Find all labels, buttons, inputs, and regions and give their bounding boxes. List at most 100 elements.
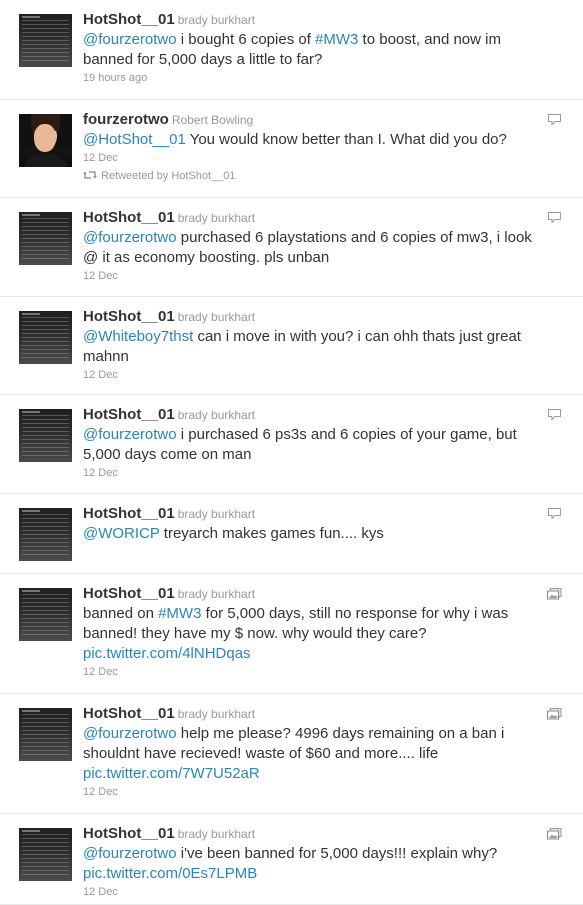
avatar[interactable] [19, 828, 72, 881]
avatar-shirt [23, 154, 68, 167]
image-icon[interactable] [547, 707, 562, 720]
full-name[interactable]: brady burkhart [178, 211, 255, 225]
avatar[interactable] [19, 212, 72, 265]
tweet-text-run: treyarch makes games fun.... kys [159, 525, 384, 542]
full-name[interactable]: brady burkhart [178, 408, 255, 422]
tweet-item[interactable]: HotShot__01 brady burkhart @fourzerotwo i'… [0, 814, 583, 905]
tweet-timestamp[interactable]: 12 Dec [83, 368, 573, 383]
tweet-header: HotShot__01 brady burkhart [83, 824, 573, 844]
tweet-item[interactable]: HotShot__01 brady burkhart @WORICP treyarc… [0, 494, 583, 574]
mention-link[interactable]: @fourzerotwo [83, 31, 177, 48]
avatar[interactable] [19, 409, 72, 462]
tweet-timestamp[interactable]: 12 Dec [83, 785, 573, 800]
screen-name[interactable]: HotShot__01 [83, 705, 175, 722]
hashtag-link[interactable]: #MW3 [158, 605, 201, 622]
avatar-screenshot-lines [22, 411, 69, 458]
tweet-text-run: i've been banned for 5,000 days!!! expla… [176, 845, 498, 862]
tweet-header: HotShot__01 brady burkhart [83, 405, 573, 425]
tweet-item[interactable]: HotShot__01 brady burkhart @fourzerotwo i … [0, 395, 583, 494]
tweet-timestamp[interactable]: 12 Dec [83, 269, 573, 284]
screen-name[interactable]: HotShot__01 [83, 585, 175, 602]
mention-link[interactable]: @fourzerotwo [83, 725, 177, 742]
tweet-timestamp[interactable]: 12 Dec [83, 665, 573, 680]
reply-bubble-icon[interactable] [547, 113, 561, 126]
retweet-icon [83, 169, 97, 179]
tweet-item[interactable]: HotShot__01 brady burkhart @Whiteboy7thst … [0, 297, 583, 395]
pic-link[interactable]: pic.twitter.com/4lNHDqas [83, 645, 251, 662]
full-name[interactable]: brady burkhart [178, 707, 255, 721]
tweet-timestamp[interactable]: 12 Dec [83, 151, 573, 166]
tweet-header: HotShot__01 brady burkhart [83, 208, 573, 228]
avatar-face [34, 124, 56, 152]
screen-name[interactable]: fourzerotwo [83, 111, 169, 128]
tweet-text: @WORICP treyarch makes games fun.... kys [83, 524, 573, 544]
avatar[interactable] [19, 14, 72, 67]
screen-name[interactable]: HotShot__01 [83, 308, 175, 325]
screen-name[interactable]: HotShot__01 [83, 406, 175, 423]
tweet-text: @fourzerotwo help me please? 4996 days r… [83, 724, 573, 784]
avatar-screenshot-lines [22, 313, 69, 360]
avatar[interactable] [19, 114, 72, 167]
image-icon[interactable] [547, 827, 562, 840]
full-name[interactable]: brady burkhart [178, 507, 255, 521]
tweet-text-run: i bought 6 copies of [176, 31, 316, 48]
tweet-item[interactable]: HotShot__01 brady burkhart @fourzerotwo pu… [0, 198, 583, 297]
avatar[interactable] [19, 311, 72, 364]
avatar-screenshot-lines [22, 510, 69, 557]
tweet-item[interactable]: fourzerotwo Robert Bowling @HotShot__01 Yo… [0, 100, 583, 198]
tweet-header: HotShot__01 brady burkhart [83, 307, 573, 327]
tweet-text-run: banned on [83, 605, 159, 622]
tweet-text: banned on #MW3 for 5,000 days, still no … [83, 604, 573, 664]
tweet-timestamp[interactable]: 12 Dec [83, 885, 573, 900]
reply-bubble-icon[interactable] [547, 408, 561, 421]
tweet-timeline: HotShot__01 brady burkhart @fourzerotwo i … [0, 0, 583, 905]
tweet-header: HotShot__01 brady burkhart [83, 504, 573, 524]
tweet-header: HotShot__01 brady burkhart [83, 584, 573, 604]
avatar[interactable] [19, 588, 72, 641]
mention-link[interactable]: @fourzerotwo [83, 229, 177, 246]
tweet-text: @fourzerotwo i bought 6 copies of #MW3 t… [83, 30, 573, 70]
screen-name[interactable]: HotShot__01 [83, 209, 175, 226]
screen-name[interactable]: HotShot__01 [83, 11, 175, 28]
mention-link[interactable]: @Whiteboy7thst [83, 328, 193, 345]
retweeted-by-label: Retweeted by HotShot__01 [101, 170, 236, 182]
mention-link[interactable]: @fourzerotwo [83, 845, 177, 862]
avatar-screenshot-lines [22, 590, 69, 637]
tweet-timestamp[interactable]: 19 hours ago [83, 71, 573, 86]
tweet-timestamp[interactable]: 12 Dec [83, 466, 573, 481]
avatar[interactable] [19, 708, 72, 761]
tweet-text: @fourzerotwo i purchased 6 ps3s and 6 co… [83, 425, 573, 465]
avatar[interactable] [19, 508, 72, 561]
pic-link[interactable]: pic.twitter.com/7W7U52aR [83, 765, 260, 782]
reply-bubble-icon[interactable] [547, 211, 561, 224]
retweeted-by: Retweeted by HotShot__01 [83, 168, 573, 184]
tweet-item[interactable]: HotShot__01 brady burkhart @fourzerotwo he… [0, 694, 583, 814]
pic-link[interactable]: pic.twitter.com/0Es7LPMB [83, 865, 257, 882]
full-name[interactable]: brady burkhart [178, 827, 255, 841]
avatar-screenshot-lines [22, 710, 69, 757]
full-name[interactable]: Robert Bowling [172, 113, 253, 127]
tweet-header: HotShot__01 brady burkhart [83, 704, 573, 724]
screen-name[interactable]: HotShot__01 [83, 505, 175, 522]
avatar-screenshot-lines [22, 214, 69, 261]
screen-name[interactable]: HotShot__01 [83, 825, 175, 842]
tweet-header: HotShot__01 brady burkhart [83, 10, 573, 30]
full-name[interactable]: brady burkhart [178, 310, 255, 324]
tweet-item[interactable]: HotShot__01 brady burkhart banned on #MW3 … [0, 574, 583, 694]
tweet-text-run: You would know better than I. What did y… [185, 131, 507, 148]
tweet-header: fourzerotwo Robert Bowling [83, 110, 573, 130]
tweet-item[interactable]: HotShot__01 brady burkhart @fourzerotwo i … [0, 0, 583, 100]
mention-link[interactable]: @fourzerotwo [83, 426, 177, 443]
mention-link[interactable]: @WORICP [83, 525, 160, 542]
image-icon[interactable] [547, 587, 562, 600]
tweet-text: @HotShot__01 You would know better than … [83, 130, 573, 150]
avatar-screenshot-lines [22, 16, 69, 63]
reply-bubble-icon[interactable] [547, 507, 561, 520]
mention-link[interactable]: @HotShot__01 [83, 131, 186, 148]
tweet-text: @fourzerotwo purchased 6 playstations an… [83, 228, 573, 268]
full-name[interactable]: brady burkhart [178, 13, 255, 27]
tweet-text: @fourzerotwo i've been banned for 5,000 … [83, 844, 573, 884]
tweet-text: @Whiteboy7thst can i move in with you? i… [83, 327, 573, 367]
hashtag-link[interactable]: #MW3 [315, 31, 358, 48]
full-name[interactable]: brady burkhart [178, 587, 255, 601]
